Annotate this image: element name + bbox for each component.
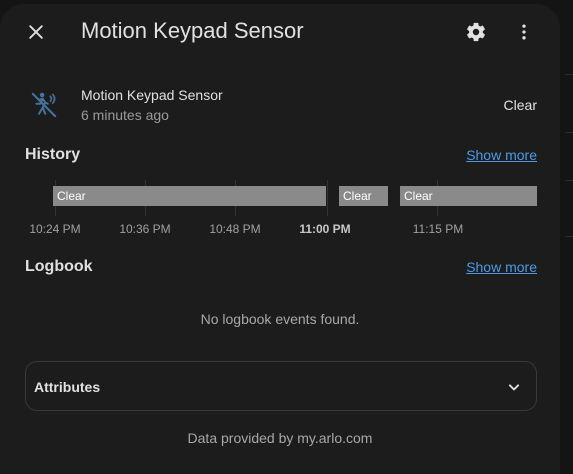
close-button[interactable] xyxy=(16,12,56,52)
dots-vertical-icon xyxy=(522,24,526,40)
history-bar-clear[interactable]: Clear xyxy=(339,186,388,206)
history-timeline: Clear Clear Clear 10:24 PM 10:36 PM 10:4… xyxy=(25,180,537,240)
settings-button[interactable] xyxy=(456,12,496,52)
history-title: History xyxy=(25,146,81,163)
more-info-dialog: Motion Keypad Sensor Motion Keypad Senso… xyxy=(0,4,560,474)
history-bar-clear[interactable]: Clear xyxy=(53,186,326,206)
timeline-tick-label: 11:15 PM xyxy=(412,222,464,236)
entity-last-changed: 6 minutes ago xyxy=(81,107,169,123)
dialog-title: Motion Keypad Sensor xyxy=(81,18,304,43)
entity-name: Motion Keypad Sensor xyxy=(81,87,223,103)
chevron-down-icon xyxy=(508,384,520,391)
timeline-tick-label: 11:00 PM xyxy=(299,222,351,236)
attributes-expander[interactable]: Attributes xyxy=(25,361,537,411)
logbook-title: Logbook xyxy=(25,258,93,275)
timeline-gridline xyxy=(327,180,328,216)
backdrop-divider xyxy=(565,180,573,181)
timeline-tick-label: 10:24 PM xyxy=(29,222,81,236)
motion-sensor-off-icon xyxy=(31,92,57,118)
timeline-tick-label: 10:48 PM xyxy=(209,222,261,236)
attributes-label: Attributes xyxy=(34,379,101,395)
history-bar-clear[interactable]: Clear xyxy=(400,186,537,206)
gear-icon xyxy=(467,22,485,42)
history-show-more-link[interactable]: Show more xyxy=(466,147,537,163)
more-options-button[interactable] xyxy=(504,12,544,52)
data-attribution: Data provided by my.arlo.com xyxy=(187,430,373,446)
entity-row: Motion Keypad Sensor 6 minutes ago Clear xyxy=(25,84,537,128)
timeline-tick-label: 10:36 PM xyxy=(119,222,171,236)
logbook-show-more-link[interactable]: Show more xyxy=(466,259,537,275)
close-icon xyxy=(29,25,43,39)
logbook-empty-message: No logbook events found. xyxy=(200,311,360,327)
backdrop-divider xyxy=(565,74,573,75)
entity-state: Clear xyxy=(503,97,537,113)
backdrop-divider xyxy=(565,132,573,133)
dialog-header: Motion Keypad Sensor xyxy=(0,4,560,60)
backdrop-divider xyxy=(565,236,573,237)
